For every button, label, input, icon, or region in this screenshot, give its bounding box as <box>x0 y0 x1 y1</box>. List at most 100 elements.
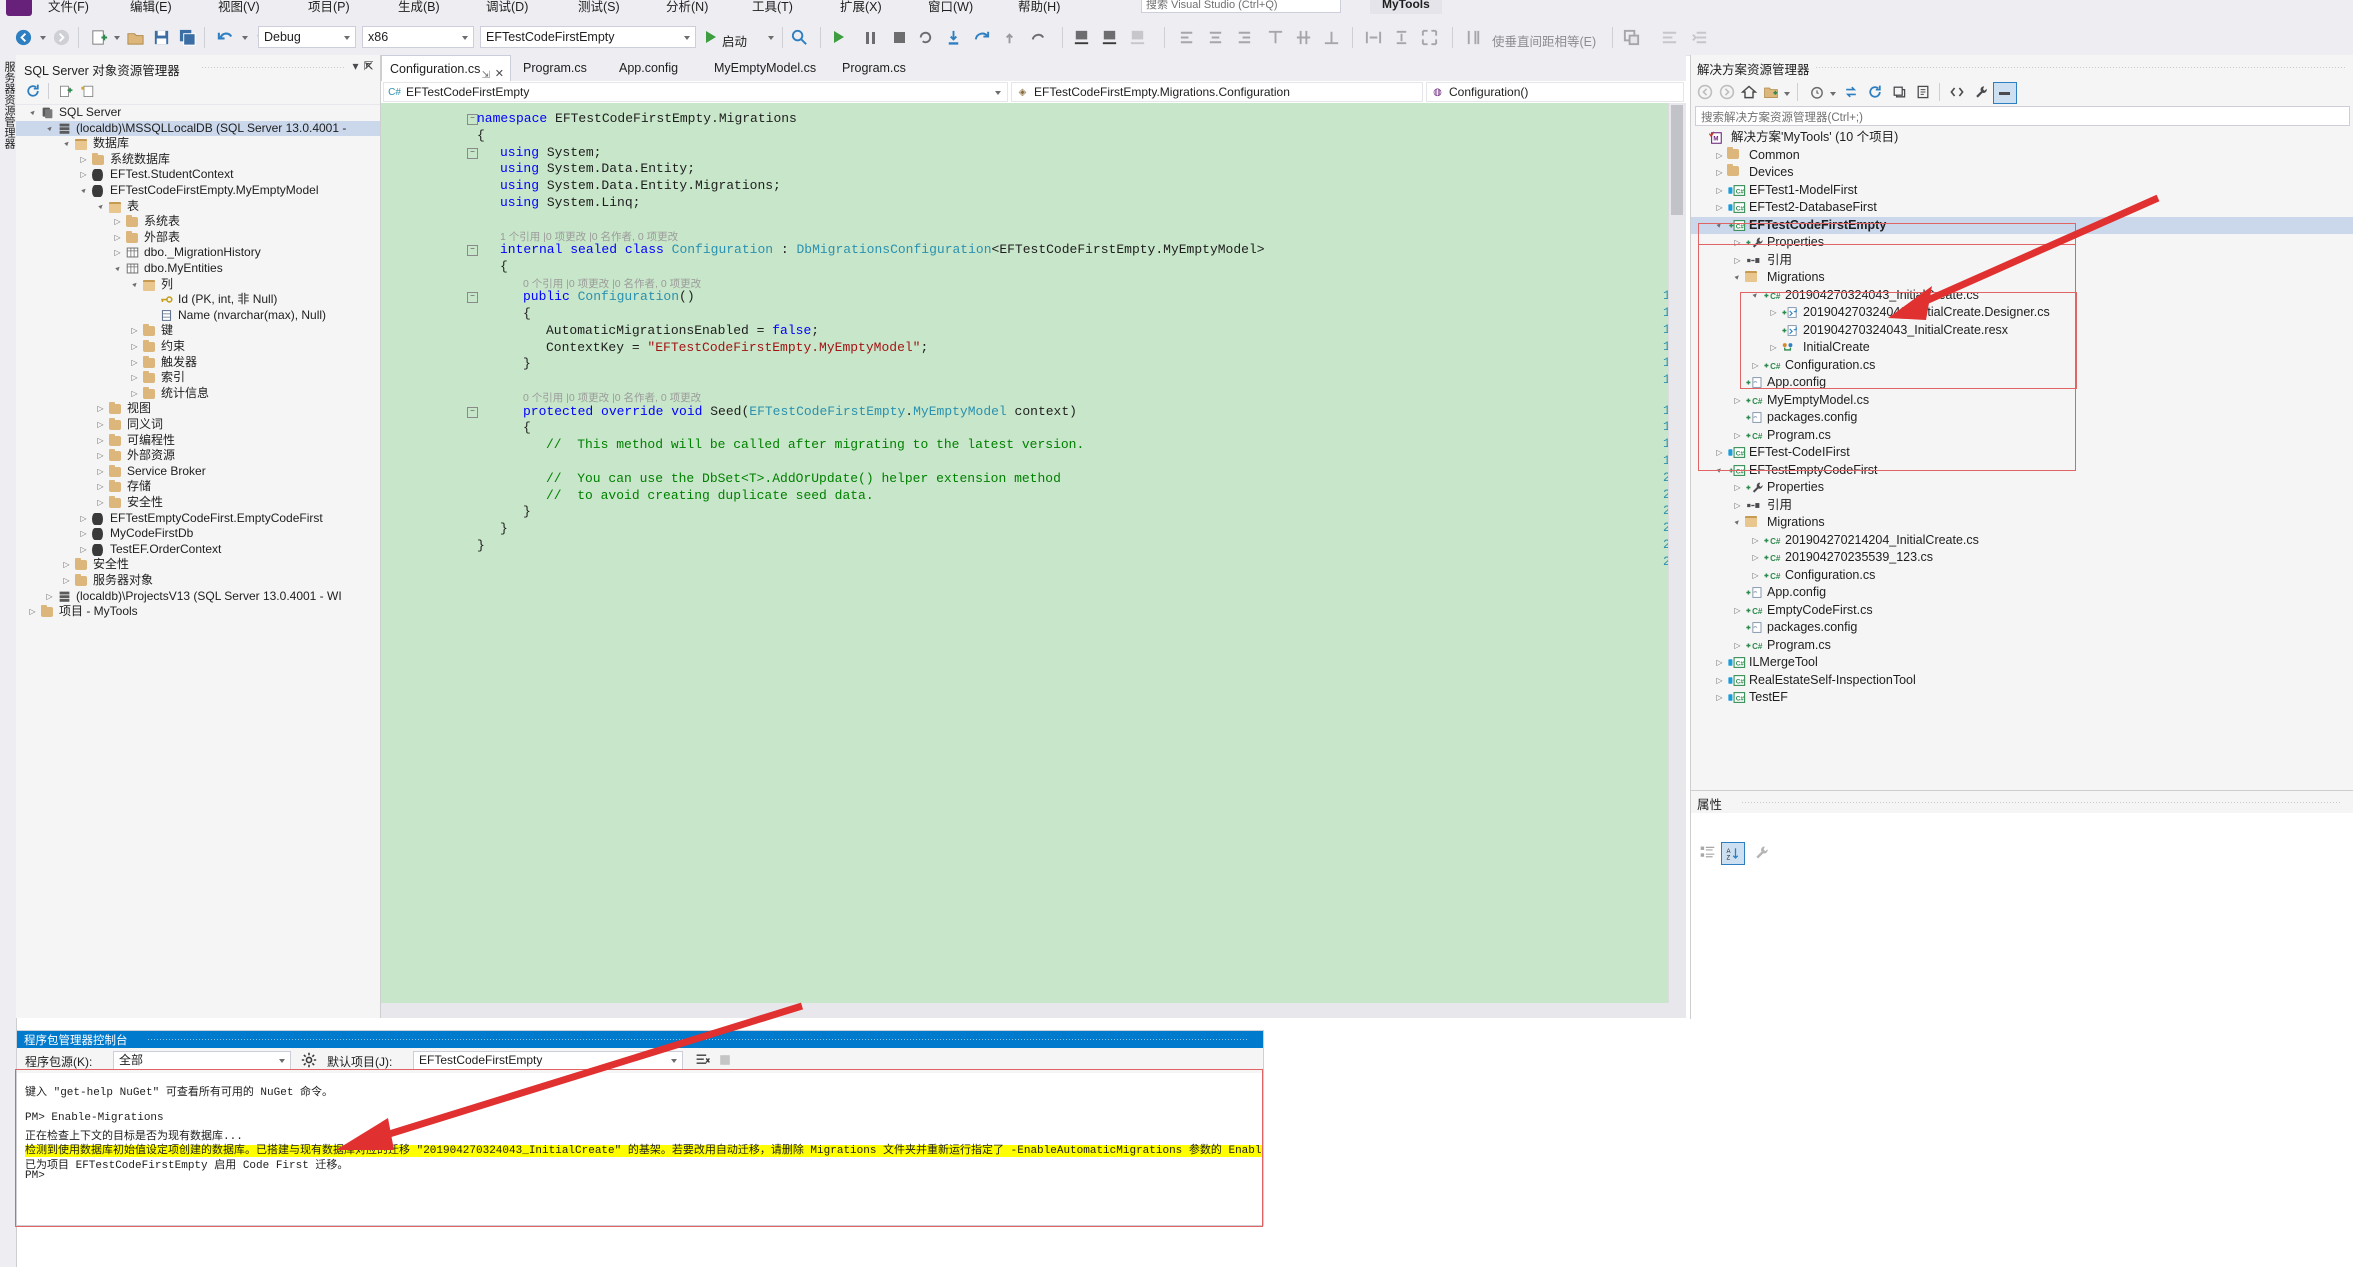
sql-tree-item[interactable]: ▷ TestEF.OrderContext <box>16 542 380 558</box>
navbar-type-combo[interactable]: ◈ EFTestCodeFirstEmpty.Migrations.Config… <box>1011 82 1423 102</box>
add-sql-server-icon[interactable] <box>58 83 74 99</box>
expander-expanded-icon[interactable]: ▲ <box>41 120 58 137</box>
code-line[interactable]: ContextKey = "EFTestCodeFirstEmpty.MyEmp… <box>546 340 928 355</box>
solution-explorer-search-input[interactable]: 搜索解决方案资源管理器(Ctrl+;) <box>1695 106 2350 126</box>
stop-debug-icon[interactable] <box>894 32 905 43</box>
code-line[interactable]: { <box>500 259 508 274</box>
menu-item-extensions[interactable]: 扩展(X) <box>840 0 882 15</box>
step-out-icon[interactable] <box>1000 28 1019 47</box>
save-all-icon[interactable] <box>178 28 197 47</box>
editor-navigation-bar[interactable]: C# EFTestCodeFirstEmpty ◈ EFTestCodeFirs… <box>381 81 1686 104</box>
refresh-icon[interactable] <box>1867 84 1883 100</box>
expander-collapsed-icon[interactable]: ▷ <box>1715 654 1724 670</box>
sql-tree-item[interactable]: ▷ dbo._MigrationHistory <box>16 245 380 261</box>
expander-collapsed-icon[interactable]: ▷ <box>1715 147 1724 163</box>
new-project-caret-icon[interactable] <box>114 36 120 40</box>
package-source-combo[interactable]: 全部 <box>113 1051 291 1070</box>
wrench-icon[interactable] <box>1973 84 1989 100</box>
spacing-icon[interactable] <box>1464 28 1483 47</box>
solution-tree-item[interactable]: ▲ Migrations <box>1691 269 2353 287</box>
undo-icon[interactable] <box>216 28 235 47</box>
properties-toolbar[interactable]: A Z <box>1691 841 2353 865</box>
solution-tree-item[interactable]: ▷ 引用 <box>1691 252 2353 270</box>
solution-tree-item[interactable]: ▲ C# 201904270324043_InitialCreate.cs <box>1691 287 2353 305</box>
start-debug-label[interactable]: 启动 <box>722 31 747 50</box>
expander-expanded-icon[interactable]: ▲ <box>75 182 92 199</box>
sql-tree-item[interactable]: ▷ EFTestEmptyCodeFirst.EmptyCodeFirst <box>16 511 380 527</box>
sql-tree-item[interactable]: ▷ Service Broker <box>16 464 380 480</box>
expander-collapsed-icon[interactable]: ▷ <box>96 448 105 464</box>
expander-collapsed-icon[interactable]: ▷ <box>96 495 105 511</box>
solution-tree-item[interactable]: ▷ InitialCreate <box>1691 339 2353 357</box>
sql-tree-item[interactable]: ▷ 统计信息 <box>16 386 380 402</box>
navbar-project-combo[interactable]: C# EFTestCodeFirstEmpty <box>383 82 1008 102</box>
expander-collapsed-icon[interactable]: ▷ <box>96 464 105 480</box>
expander-collapsed-icon[interactable]: ▷ <box>1751 567 1760 583</box>
left-autohide-dock[interactable]: 服务器资源管理器 <box>0 55 17 1267</box>
expander-collapsed-icon[interactable]: ▷ <box>130 323 139 339</box>
preview-selected-items-toggle[interactable] <box>1993 82 2017 104</box>
solution-tree-item[interactable]: ▷ C# TestEF <box>1691 689 2353 707</box>
fold-collapse-icon[interactable]: − <box>467 147 478 159</box>
expander-expanded-icon[interactable]: ▲ <box>24 105 41 121</box>
property-pages-wrench-icon[interactable] <box>1753 844 1770 861</box>
expander-collapsed-icon[interactable]: ▷ <box>96 417 105 433</box>
solution-explorer-toolbar[interactable] <box>1691 79 2353 105</box>
code-line[interactable]: using System.Linq; <box>500 195 640 210</box>
solution-tree-item[interactable]: ▲ C# EFTestCodeFirstEmpty <box>1691 216 2353 234</box>
editor-tab[interactable]: Configuration.cs ⇲ ✕ <box>381 55 511 81</box>
solution-tree-item[interactable]: ▷ C# MyEmptyModel.cs <box>1691 392 2353 410</box>
tab-order-icon[interactable] <box>1660 28 1679 47</box>
home-icon[interactable] <box>1741 84 1757 100</box>
expander-expanded-icon[interactable]: ▲ <box>1729 268 1746 285</box>
expander-collapsed-icon[interactable]: ▷ <box>1715 199 1724 215</box>
step-into-icon[interactable] <box>944 28 963 47</box>
pending-changes-icon[interactable] <box>1809 84 1825 100</box>
solution-tree-item[interactable]: ▷ C# RealEstateSelf-InspectionTool <box>1691 672 2353 690</box>
expander-expanded-icon[interactable]: ▲ <box>1747 286 1764 303</box>
expander-collapsed-icon[interactable]: ▷ <box>79 167 88 183</box>
sql-tree-item[interactable]: ▲ 列 <box>16 277 380 293</box>
solution-platform-combo[interactable]: x86 <box>362 26 474 48</box>
sql-tree-item[interactable]: ▷ 外部资源 <box>16 448 380 464</box>
solution-tree-item[interactable]: ▲ Migrations <box>1691 514 2353 532</box>
show-all-caret-icon[interactable] <box>1784 92 1790 96</box>
alphabetical-sort-toggle[interactable]: A Z <box>1721 842 1745 865</box>
menu-item-analyze[interactable]: 分析(N) <box>666 0 708 15</box>
code-line[interactable]: { <box>523 420 531 435</box>
pause-icon[interactable] <box>866 32 869 44</box>
pmc-toolbar[interactable]: 程序包源(K): 全部 默认项目(J): EFTestCodeFirstEmpt… <box>17 1048 1263 1074</box>
code-line[interactable]: } <box>523 356 531 371</box>
code-line[interactable]: using System.Data.Entity.Migrations; <box>500 178 781 193</box>
expander-collapsed-icon[interactable]: ▷ <box>1715 182 1724 198</box>
menu-item-view[interactable]: 视图(V) <box>218 0 260 15</box>
solution-configuration-combo[interactable]: Debug <box>258 26 356 48</box>
startup-project-combo[interactable]: EFTestCodeFirstEmpty <box>480 26 696 48</box>
code-line[interactable]: using System; <box>500 145 601 160</box>
expander-collapsed-icon[interactable]: ▷ <box>1715 672 1724 688</box>
expander-collapsed-icon[interactable]: ▷ <box>62 557 71 573</box>
expander-expanded-icon[interactable]: ▲ <box>58 135 75 152</box>
expander-collapsed-icon[interactable]: ▷ <box>130 355 139 371</box>
expander-collapsed-icon[interactable]: ▷ <box>1751 532 1760 548</box>
align-top-icon[interactable] <box>1266 28 1285 47</box>
pmc-output-text[interactable]: 键入 "get-help NuGet" 可查看所有可用的 NuGet 命令。 PM… <box>17 1073 1263 1225</box>
solution-tree-item[interactable]: ▷ Common <box>1691 146 2353 165</box>
menu-item-file[interactable]: 文件(F) <box>48 0 89 15</box>
expander-collapsed-icon[interactable]: ▷ <box>1751 357 1760 373</box>
expander-expanded-icon[interactable]: ▲ <box>109 260 126 277</box>
solution-explorer-tree[interactable]: M 解决方案'MyTools' (10 个项目) ▷ Common ▷ Devices ▷ C… <box>1691 129 2353 719</box>
sql-tree-item[interactable]: Name (nvarchar(max), Null) <box>16 308 380 324</box>
solution-tree-item[interactable]: ▷ C# Configuration.cs <box>1691 357 2353 375</box>
solution-tree-item[interactable]: ▷ C# Program.cs <box>1691 637 2353 655</box>
expander-collapsed-icon[interactable]: ▷ <box>45 589 54 605</box>
expander-collapsed-icon[interactable]: ▷ <box>1715 444 1724 460</box>
sql-tree-item[interactable]: ▷ 索引 <box>16 370 380 386</box>
expander-expanded-icon[interactable]: ▲ <box>126 276 143 293</box>
menu-item-project[interactable]: 项目(P) <box>308 0 350 15</box>
indent-icon[interactable] <box>1690 28 1709 47</box>
refresh-icon[interactable] <box>25 83 41 99</box>
editor-horizontal-scrollbar[interactable] <box>381 1003 1669 1018</box>
expander-collapsed-icon[interactable]: ▷ <box>130 370 139 386</box>
show-all-files-icon[interactable] <box>1763 84 1779 100</box>
